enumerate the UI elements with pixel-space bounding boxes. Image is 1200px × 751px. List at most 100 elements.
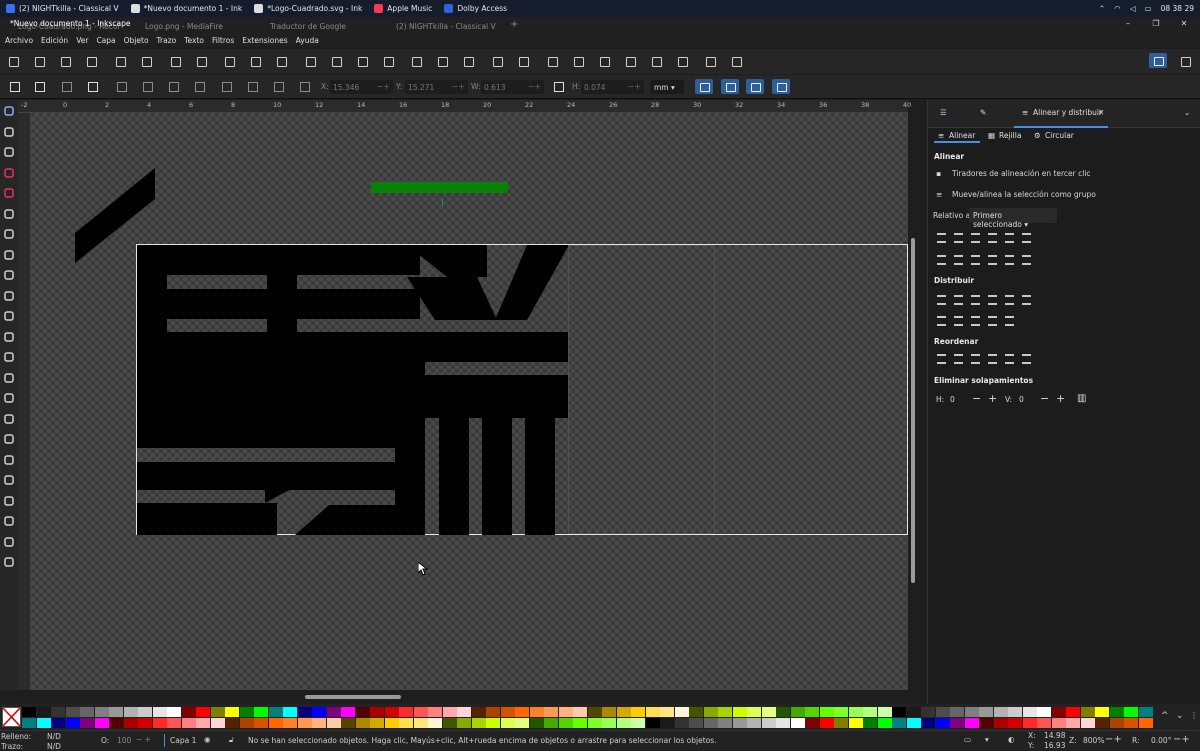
color-swatch[interactable]	[239, 718, 254, 728]
color-swatch[interactable]	[689, 718, 703, 728]
menu-texto[interactable]: Texto	[184, 36, 204, 45]
relative-to-select[interactable]: Primero seleccionado ▾	[969, 208, 1057, 229]
color-swatch[interactable]	[761, 718, 776, 728]
overlap-v-value[interactable]: 0	[1019, 395, 1024, 404]
color-swatch[interactable]	[370, 707, 384, 717]
color-swatch[interactable]	[1037, 707, 1051, 717]
lock-icon[interactable]: 🔓︎	[229, 735, 234, 745]
color-swatch[interactable]	[1080, 707, 1095, 717]
color-swatch[interactable]	[283, 707, 297, 717]
lower-icon[interactable]	[246, 80, 258, 92]
menu-ayuda[interactable]: Ayuda	[296, 36, 319, 45]
zoom-value[interactable]: 800%	[1083, 736, 1104, 745]
color-swatch[interactable]	[848, 707, 863, 717]
color-swatch[interactable]	[428, 707, 442, 717]
selector-tool-icon[interactable]	[3, 105, 15, 117]
color-swatch[interactable]	[94, 707, 109, 717]
color-swatch[interactable]	[167, 718, 181, 728]
color-swatch[interactable]	[863, 707, 877, 717]
color-swatch[interactable]	[167, 707, 181, 717]
align-h-6-icon[interactable]	[1021, 231, 1032, 243]
color-swatch[interactable]	[1066, 718, 1080, 728]
color-swatch[interactable]	[805, 718, 819, 728]
copy-icon[interactable]	[222, 54, 236, 68]
menu-filtros[interactable]: Filtros	[212, 36, 234, 45]
color-swatch[interactable]	[225, 707, 239, 717]
color-swatch[interactable]	[225, 718, 239, 728]
circular-icon[interactable]: ⚙	[1034, 131, 1041, 140]
checkbox-icon[interactable]: ▪	[936, 169, 941, 178]
color-swatch[interactable]	[297, 718, 312, 728]
rotation-stepper-icon[interactable]: −+	[1173, 734, 1190, 745]
color-swatch[interactable]	[558, 718, 573, 728]
color-swatch[interactable]	[138, 707, 152, 717]
rotate-cw-icon[interactable]	[115, 80, 127, 92]
save-icon[interactable]	[58, 54, 72, 68]
color-swatch[interactable]	[123, 707, 138, 717]
print-icon[interactable]	[84, 54, 98, 68]
scale-stroke-icon[interactable]	[695, 79, 713, 94]
task-inkscape-logo[interactable]: *Logo-Cuadrado.svg - Ink	[248, 0, 368, 17]
import-icon[interactable]	[113, 54, 127, 68]
color-swatch[interactable]	[616, 707, 631, 717]
lower-bottom-icon[interactable]	[272, 80, 284, 92]
color-swatch[interactable]	[993, 707, 1008, 717]
color-swatch[interactable]	[1109, 718, 1124, 728]
color-swatch[interactable]	[326, 718, 341, 728]
color-swatch[interactable]	[631, 718, 645, 728]
color-swatch[interactable]	[747, 718, 761, 728]
box3d-tool-icon[interactable]	[3, 228, 15, 240]
color-swatch[interactable]	[660, 707, 674, 717]
color-swatch[interactable]	[805, 707, 819, 717]
color-swatch[interactable]	[848, 718, 863, 728]
select-all-layers-icon[interactable]	[33, 80, 45, 92]
menu-edicion[interactable]: Edición	[41, 36, 68, 45]
color-swatch[interactable]	[399, 718, 413, 728]
align-v-2-icon[interactable]	[953, 253, 964, 265]
color-swatch[interactable]	[602, 707, 616, 717]
eraser-tool-icon[interactable]	[3, 454, 15, 466]
pencil-tool-icon[interactable]	[3, 290, 15, 302]
color-swatch[interactable]	[515, 707, 529, 717]
color-swatch[interactable]	[761, 707, 776, 717]
minus-icon[interactable]: −	[1040, 392, 1049, 405]
color-swatch[interactable]	[979, 718, 993, 728]
calligraphy-tool-icon[interactable]	[3, 310, 15, 322]
menu-ver[interactable]: Ver	[76, 36, 88, 45]
logo-slant[interactable]	[265, 459, 405, 537]
overlap-h-value[interactable]: 0	[950, 395, 955, 404]
close-icon[interactable]: ✕	[1177, 19, 1191, 31]
flip-vertical-icon[interactable]	[167, 80, 179, 92]
clock[interactable]: 08 38 29	[1161, 4, 1194, 13]
color-swatch[interactable]	[355, 707, 370, 717]
color-swatch[interactable]	[413, 718, 428, 728]
tweak-tool-icon[interactable]	[3, 146, 15, 158]
color-swatch[interactable]	[399, 707, 413, 717]
color-swatch[interactable]	[819, 718, 834, 728]
dropper-tool-icon[interactable]	[3, 392, 15, 404]
color-swatch[interactable]	[1037, 718, 1051, 728]
color-swatch[interactable]	[326, 707, 341, 717]
zoom-page-icon[interactable]	[355, 54, 369, 68]
opacity-value[interactable]: 100	[117, 736, 131, 745]
subtab-rejilla[interactable]: Rejilla	[999, 131, 1021, 140]
align-v-4-icon[interactable]	[987, 253, 998, 265]
color-swatch[interactable]	[22, 707, 36, 717]
color-swatch[interactable]	[486, 707, 500, 717]
color-swatch[interactable]	[645, 707, 660, 717]
color-swatch[interactable]	[1138, 707, 1153, 717]
distribute-b-1-icon[interactable]	[936, 314, 947, 326]
align-h-3-icon[interactable]	[970, 231, 981, 243]
align-h-2-icon[interactable]	[953, 231, 964, 243]
spiral-tool-icon[interactable]	[3, 249, 15, 261]
vertical-scrollbar[interactable]	[908, 113, 918, 690]
color-swatch[interactable]	[22, 718, 36, 728]
wifi-icon[interactable]: ◠	[1114, 4, 1121, 13]
flip-horizontal-icon[interactable]	[141, 80, 153, 92]
color-swatch[interactable]	[442, 707, 457, 717]
color-swatch[interactable]	[413, 707, 428, 717]
color-swatch[interactable]	[1008, 718, 1022, 728]
distribute-a-5-icon[interactable]	[1004, 293, 1015, 305]
color-swatch[interactable]	[500, 718, 515, 728]
color-swatch[interactable]	[486, 718, 500, 728]
